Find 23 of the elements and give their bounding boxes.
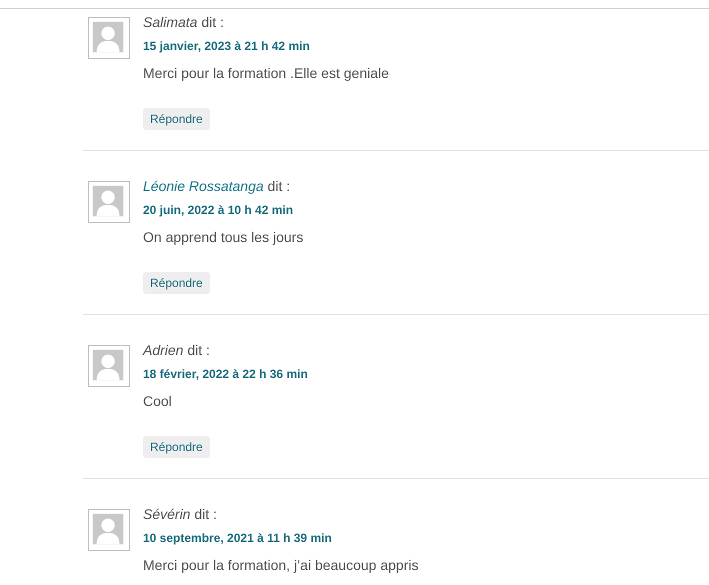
- comment-text: On apprend tous les jours: [143, 228, 304, 247]
- reply-button[interactable]: Répondre: [143, 272, 210, 294]
- author-name: Salimata: [143, 14, 198, 30]
- author-name: Sévérin: [143, 506, 190, 522]
- says-label: dit :: [194, 506, 217, 522]
- comment-date[interactable]: 20 juin, 2022 à 10 h 42 min: [143, 202, 294, 218]
- says-label: dit :: [268, 178, 290, 194]
- avatar-icon: [88, 17, 130, 59]
- reply-button[interactable]: Répondre: [143, 436, 210, 458]
- author-name: Adrien: [143, 342, 184, 358]
- comment-date[interactable]: 15 janvier, 2023 à 21 h 42 min: [143, 38, 310, 54]
- comment-text: Cool: [143, 392, 172, 411]
- comment-text: Merci pour la formation, j’ai beaucoup appris: [143, 556, 418, 575]
- says-label: dit :: [187, 342, 210, 358]
- comment-text: Merci pour la formation .Elle est geniale: [143, 64, 389, 83]
- reply-button[interactable]: Répondre: [143, 108, 210, 130]
- comment-date[interactable]: 10 septembre, 2021 à 11 h 39 min: [143, 530, 332, 546]
- avatar-icon: [88, 509, 130, 551]
- comment-date[interactable]: 18 février, 2022 à 22 h 36 min: [143, 366, 308, 382]
- says-label: dit :: [201, 14, 224, 30]
- author-link[interactable]: Léonie Rossatanga: [143, 178, 264, 194]
- avatar-icon: [88, 181, 130, 223]
- avatar-icon: [88, 345, 130, 387]
